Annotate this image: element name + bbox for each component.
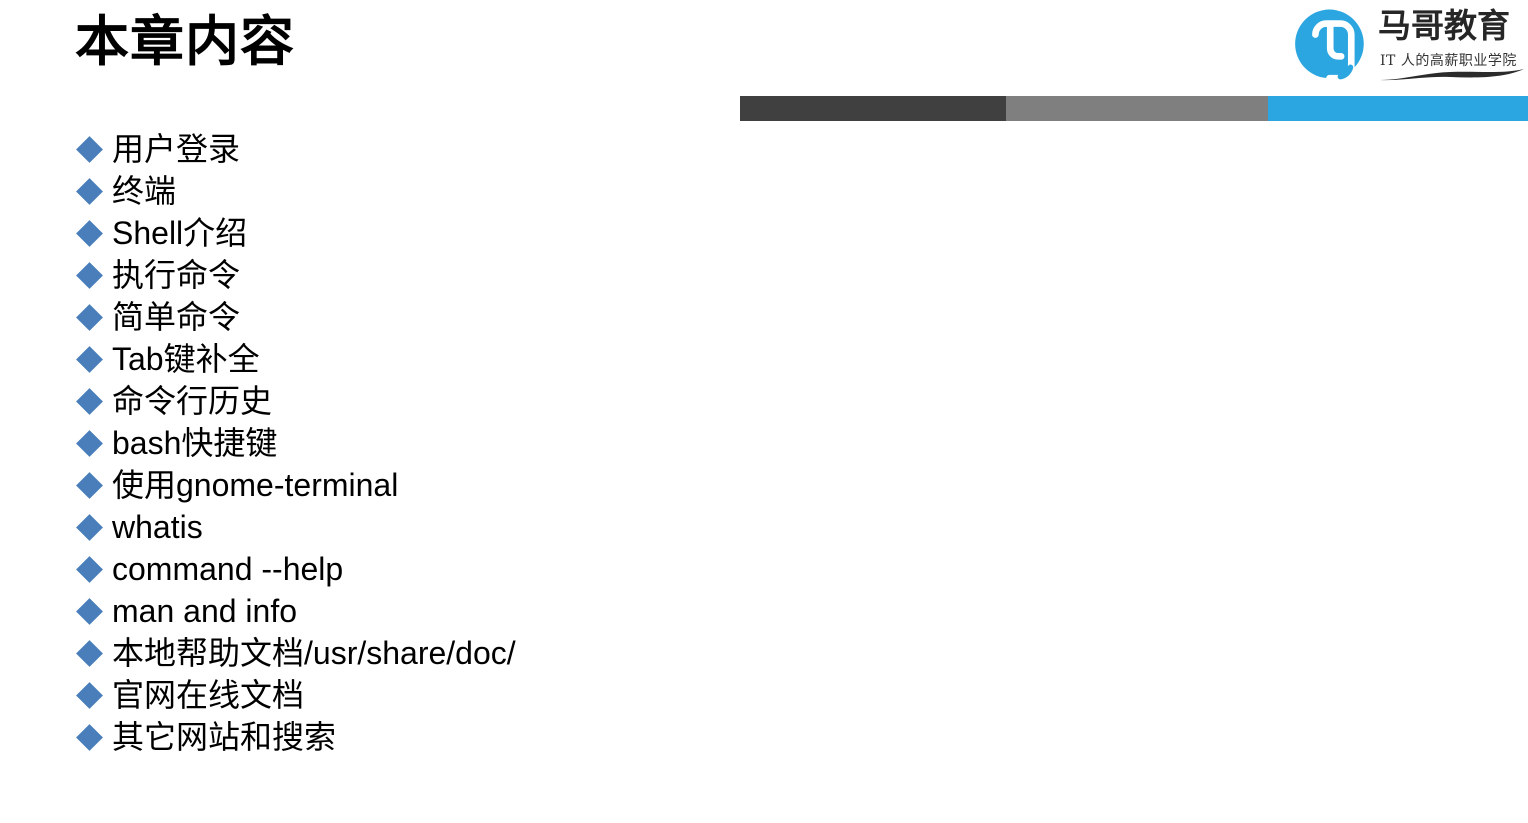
brand-wordmark: 马哥教育: [1378, 7, 1510, 44]
page-title: 本章内容: [75, 12, 295, 72]
list-item: Shell介绍: [76, 212, 978, 254]
list-item-label: command --help: [112, 551, 344, 587]
diamond-bullet-icon: [76, 387, 112, 415]
diamond-bullet-icon: [76, 681, 112, 709]
diamond-bullet-icon: [76, 471, 112, 499]
diamond-bullet-icon: [76, 177, 112, 205]
list-item-label: 简单命令: [112, 299, 241, 335]
list-item-label: man and info: [112, 593, 298, 629]
list-item: Tab键补全: [76, 338, 978, 380]
list-item-label: Shell介绍: [112, 215, 248, 251]
list-item-label: 命令行历史: [112, 383, 273, 419]
list-item-label: bash快捷键: [112, 425, 278, 461]
list-item: 命令行历史: [76, 380, 978, 422]
list-item: 终端: [76, 170, 978, 212]
list-item: bash快捷键: [76, 422, 978, 464]
list-item: 其它网站和搜索: [76, 716, 978, 758]
brand-text-block: 马哥教育 IT 人的高薪职业学院: [1378, 4, 1528, 92]
content-bullet-list: 用户登录 终端 Shell介绍 执行命令 简单命令 Tab键补全 命令行历史 b…: [76, 128, 978, 758]
list-item: 本地帮助文档/usr/share/doc/: [76, 632, 978, 674]
list-item: 简单命令: [76, 296, 978, 338]
list-item-label: whatis: [112, 509, 203, 545]
diamond-bullet-icon: [76, 219, 112, 247]
list-item-label: 终端: [112, 173, 177, 209]
decorative-bar-gray-segment: [1006, 96, 1268, 121]
list-item: command --help: [76, 548, 978, 590]
list-item-label: 用户登录: [112, 131, 241, 167]
brand-logo: 马哥教育 IT 人的高薪职业学院: [1292, 4, 1528, 94]
list-item: whatis: [76, 506, 978, 548]
diamond-bullet-icon: [76, 429, 112, 457]
list-item: 用户登录: [76, 128, 978, 170]
diamond-bullet-icon: [76, 639, 112, 667]
list-item-label: 使用gnome-terminal: [112, 467, 399, 503]
diamond-bullet-icon: [76, 513, 112, 541]
diamond-bullet-icon: [76, 555, 112, 583]
list-item: 使用gnome-terminal: [76, 464, 978, 506]
list-item-label: 执行命令: [112, 257, 241, 293]
list-item-label: 本地帮助文档/usr/share/doc/: [112, 635, 516, 671]
diamond-bullet-icon: [76, 135, 112, 163]
list-item: 官网在线文档: [76, 674, 978, 716]
decorative-bar: [740, 96, 1528, 121]
list-item-label: 官网在线文档: [112, 677, 305, 713]
brush-stroke-icon: [1380, 69, 1524, 81]
list-item: man and info: [76, 590, 978, 632]
diamond-bullet-icon: [76, 303, 112, 331]
decorative-bar-dark-segment: [740, 96, 1006, 121]
diamond-bullet-icon: [76, 723, 112, 751]
decorative-bar-blue-segment: [1268, 96, 1528, 121]
diamond-bullet-icon: [76, 261, 112, 289]
list-item-label: Tab键补全: [112, 341, 260, 377]
magedu-circle-logo-icon: [1295, 9, 1364, 82]
diamond-bullet-icon: [76, 597, 112, 625]
diamond-bullet-icon: [76, 345, 112, 373]
list-item-label: 其它网站和搜索: [112, 719, 337, 755]
list-item: 执行命令: [76, 254, 978, 296]
